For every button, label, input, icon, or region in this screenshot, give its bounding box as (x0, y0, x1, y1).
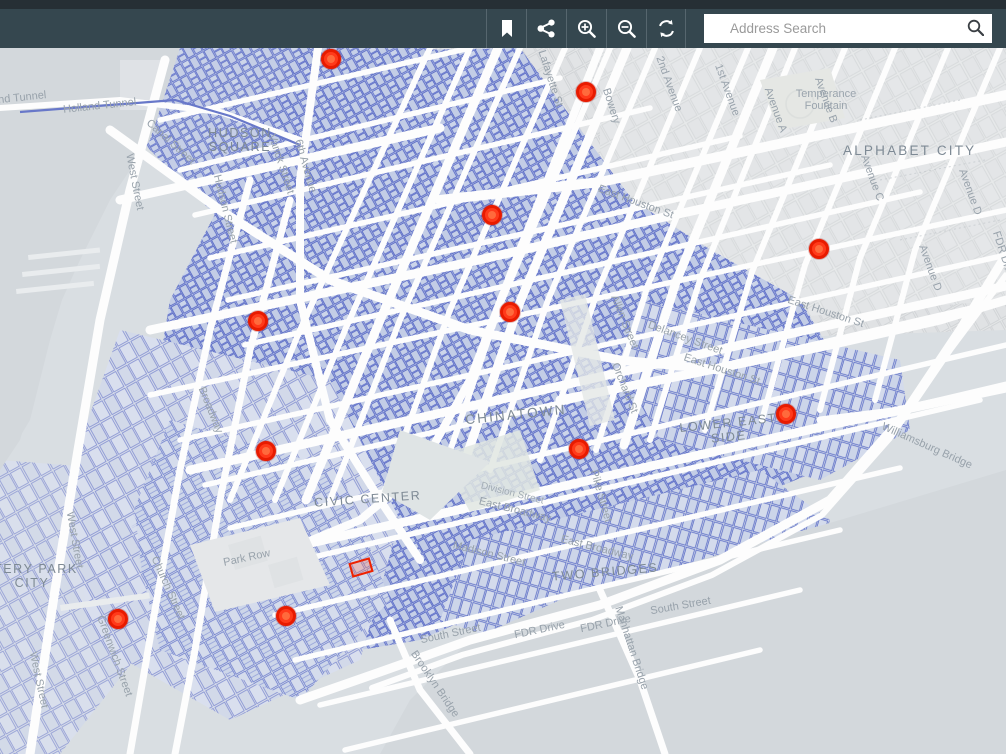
share-button[interactable] (526, 9, 566, 48)
share-icon (537, 19, 556, 38)
zoom-out-button[interactable] (606, 9, 646, 48)
search-input[interactable] (704, 15, 958, 42)
map-marker[interactable] (576, 82, 596, 102)
map-marker[interactable] (809, 239, 829, 259)
refresh-icon (657, 19, 676, 38)
map-marker[interactable] (256, 441, 276, 461)
map-viewport[interactable]: HUDSON SQUARE ALPHABET CITY CHINATOWN LO… (0, 48, 1006, 754)
map-marker[interactable] (500, 302, 520, 322)
zoom-out-icon (617, 19, 636, 38)
refresh-button[interactable] (646, 9, 686, 48)
bookmark-button[interactable] (486, 9, 526, 48)
zoom-in-button[interactable] (566, 9, 606, 48)
search-icon (967, 19, 984, 39)
address-search-box[interactable] (704, 14, 992, 43)
bookmark-icon (499, 19, 515, 38)
map-marker[interactable] (108, 609, 128, 629)
map-marker[interactable] (776, 404, 796, 424)
map-marker[interactable] (482, 205, 502, 225)
title-bar-strip (0, 0, 1006, 9)
search-submit-button[interactable] (958, 14, 992, 43)
toolbar-button-group (486, 9, 686, 48)
map-marker[interactable] (248, 311, 268, 331)
map-marker[interactable] (569, 439, 589, 459)
map-toolbar (0, 9, 1006, 48)
map-marker[interactable] (321, 49, 341, 69)
map-marker[interactable] (276, 606, 296, 626)
zoom-in-icon (577, 19, 596, 38)
map-application: HUDSON SQUARE ALPHABET CITY CHINATOWN LO… (0, 0, 1006, 754)
map-tiles (0, 48, 1006, 754)
